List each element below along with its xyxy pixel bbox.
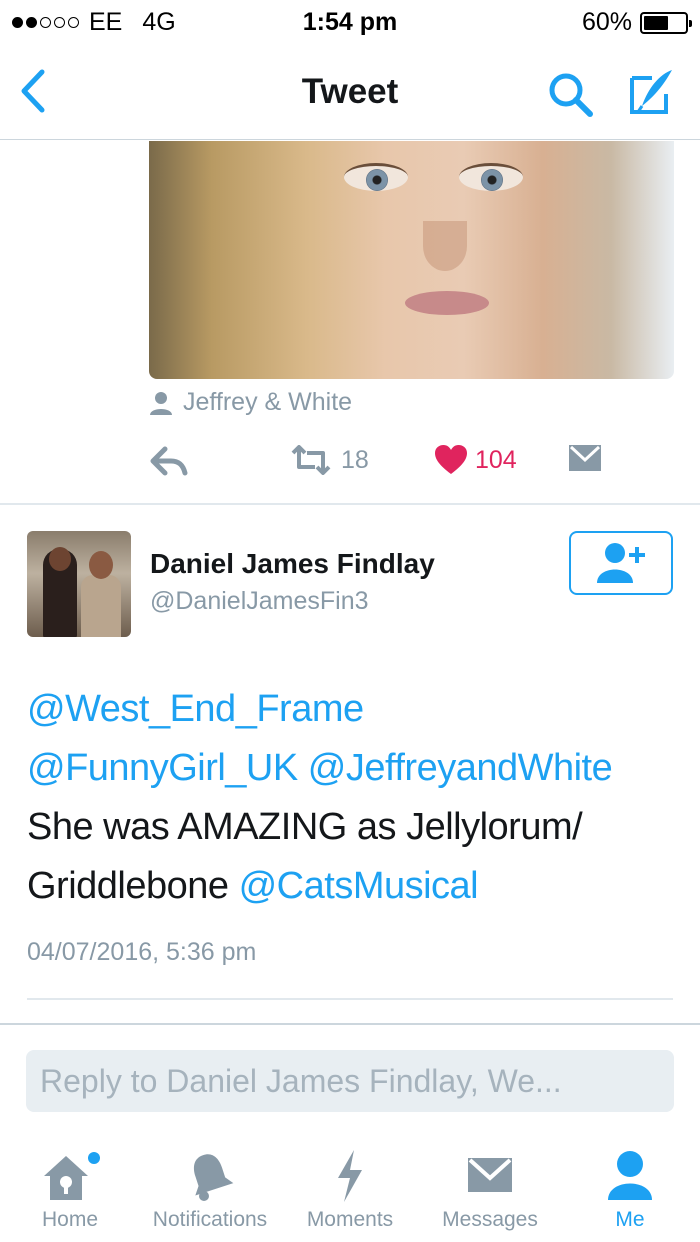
photo-detail — [405, 291, 489, 315]
chevron-left-icon — [21, 69, 45, 113]
tab-bar: Home Notifications Moments Messages Me — [0, 1140, 700, 1242]
bell-icon — [194, 1154, 234, 1201]
compose-icon — [630, 70, 672, 114]
back-button[interactable] — [14, 66, 54, 116]
lightning-icon — [338, 1150, 362, 1202]
section-divider — [27, 998, 673, 1000]
author-handle[interactable]: @DanielJamesFin3 — [150, 587, 369, 616]
tab-label: Me — [615, 1208, 645, 1231]
tweet-actions: 18 104 — [149, 445, 619, 485]
follow-button[interactable] — [569, 531, 673, 595]
mention-link[interactable]: @JeffreyandWhite — [308, 747, 613, 789]
tweet-text: @West_End_Frame @FunnyGirl_UK @Jeffreyan… — [27, 680, 677, 916]
tab-home[interactable]: Home — [0, 1140, 140, 1242]
compose-button[interactable] — [626, 66, 678, 118]
tab-messages[interactable]: Messages — [420, 1140, 560, 1242]
page-title: Tweet — [301, 72, 399, 111]
image-credit-label: Jeffrey & White — [183, 388, 353, 416]
retweet-button[interactable]: 18 — [289, 445, 369, 475]
mention-link[interactable]: @West_End_Frame — [27, 688, 364, 730]
envelope-icon — [468, 1158, 512, 1192]
photo-detail — [423, 221, 467, 271]
direct-message-button[interactable] — [569, 445, 601, 471]
retweet-icon — [291, 445, 331, 475]
section-divider — [0, 503, 700, 505]
tab-label: Notifications — [152, 1208, 268, 1231]
person-icon — [150, 391, 172, 415]
heart-icon — [435, 445, 467, 474]
envelope-icon — [569, 445, 601, 471]
person-icon — [608, 1151, 652, 1200]
like-button[interactable]: 104 — [435, 445, 517, 475]
tab-me[interactable]: Me — [560, 1140, 700, 1242]
avatar-detail — [89, 551, 113, 579]
tweet-timestamp: 04/07/2016, 5:36 pm — [27, 938, 257, 966]
tweet-photo[interactable] — [149, 141, 674, 379]
navigation-bar: Tweet — [0, 44, 700, 140]
tweet-text-line: Griddlebone — [27, 865, 229, 907]
reply-input[interactable]: Reply to Daniel James Findlay, We... — [26, 1050, 674, 1112]
home-icon — [44, 1152, 100, 1200]
author-name[interactable]: Daniel James Findlay — [150, 548, 435, 580]
reply-icon — [150, 446, 188, 476]
reply-button[interactable] — [149, 445, 189, 477]
avatar-detail — [81, 575, 121, 637]
tab-label: Moments — [306, 1208, 394, 1231]
battery-status: 60% — [581, 8, 692, 37]
tab-label: Messages — [442, 1208, 538, 1231]
mention-link[interactable]: @FunnyGirl_UK — [27, 747, 298, 789]
tab-label: Home — [41, 1208, 99, 1231]
tweet-text-line: She was AMAZING as Jellylorum/ — [27, 806, 583, 848]
photo-detail — [344, 163, 408, 191]
photo-detail — [459, 163, 523, 191]
add-user-icon — [597, 543, 645, 583]
search-icon — [549, 73, 593, 117]
mention-link[interactable]: @CatsMusical — [239, 865, 479, 907]
tab-notifications[interactable]: Notifications — [140, 1140, 280, 1242]
retweet-count: 18 — [341, 445, 369, 474]
tab-moments[interactable]: Moments — [280, 1140, 420, 1242]
search-button[interactable] — [546, 70, 594, 118]
status-bar: EE 4G 1:54 pm 60% — [0, 0, 700, 44]
image-credit[interactable]: Jeffrey & White — [149, 388, 352, 417]
section-divider — [0, 1023, 700, 1025]
battery-icon — [640, 11, 692, 34]
battery-percent: 60% — [581, 8, 632, 36]
avatar-detail — [49, 547, 71, 571]
like-count: 104 — [475, 445, 517, 474]
avatar[interactable] — [27, 531, 131, 637]
